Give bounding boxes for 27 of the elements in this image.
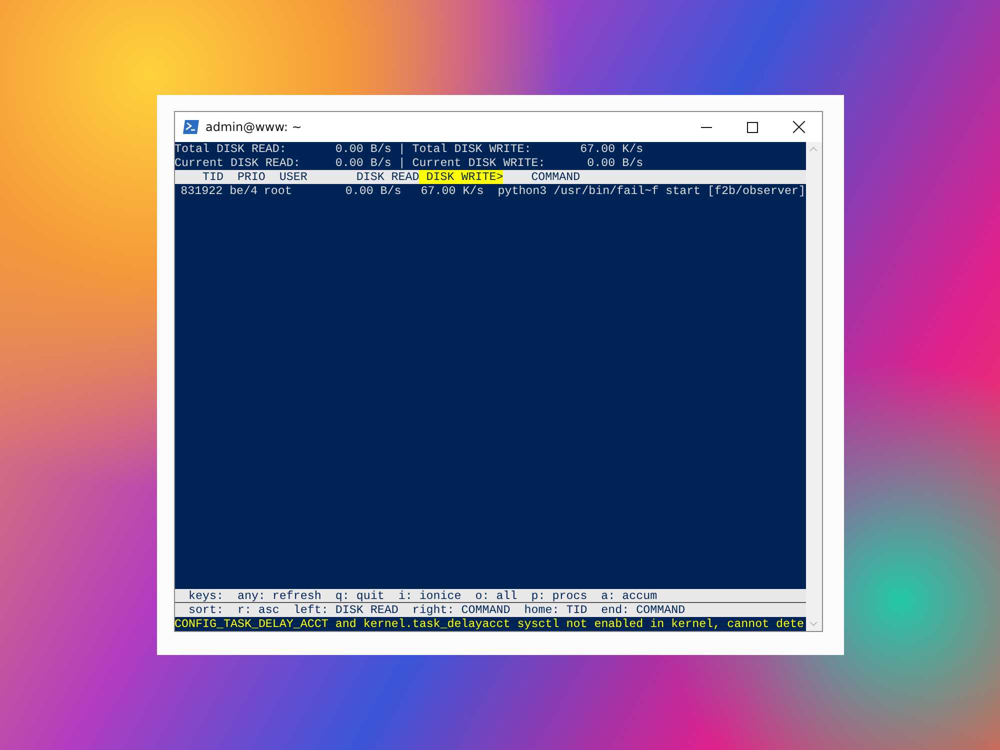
terminal-icon bbox=[182, 120, 198, 134]
column-header[interactable]: PRIO bbox=[223, 170, 272, 184]
summary-label: Total DISK WRITE: bbox=[411, 142, 532, 156]
table-cell-text: python3 /usr/bin/fail~f start [f2b/observer] bbox=[496, 184, 806, 198]
maximize-icon bbox=[747, 122, 758, 132]
divider-glyph: | bbox=[397, 156, 406, 170]
summary-label: Current DISK WRITE: bbox=[411, 156, 546, 170]
table-cell-text: root bbox=[264, 184, 293, 198]
summary-label: Current DISK READ: bbox=[174, 156, 302, 170]
table-cell-text: be/4 bbox=[228, 184, 259, 198]
column-header[interactable]: TID bbox=[174, 170, 224, 184]
column-header[interactable]: USER bbox=[272, 170, 356, 184]
column-header[interactable]: DISK WRITE> bbox=[419, 170, 504, 184]
column-header[interactable]: COMMAND bbox=[503, 170, 580, 184]
summary-value: 67.00 K/s bbox=[579, 142, 644, 156]
table-cell-text: 831922 bbox=[180, 184, 223, 198]
divider-glyph: | bbox=[397, 142, 406, 156]
summary-label: Total DISK READ: bbox=[174, 142, 288, 156]
summary-value: 0.00 B/s bbox=[334, 142, 392, 156]
warning-message: CONFIG_TASK_DELAY_ACCT and kernel.task_delayacct sysctl not enabled in kernel, cannot dete bbox=[174, 617, 806, 631]
window-title: admin@www: ~ bbox=[206, 120, 303, 134]
close-icon bbox=[792, 121, 804, 133]
table-cell-text: 67.00 K/s bbox=[420, 184, 485, 198]
summary-value: 0.00 B/s bbox=[586, 156, 644, 170]
table-cell-text: 0.00 B/s bbox=[344, 184, 402, 198]
column-header[interactable]: DISK READ bbox=[356, 170, 420, 184]
summary-value: 0.00 B/s bbox=[334, 156, 392, 170]
